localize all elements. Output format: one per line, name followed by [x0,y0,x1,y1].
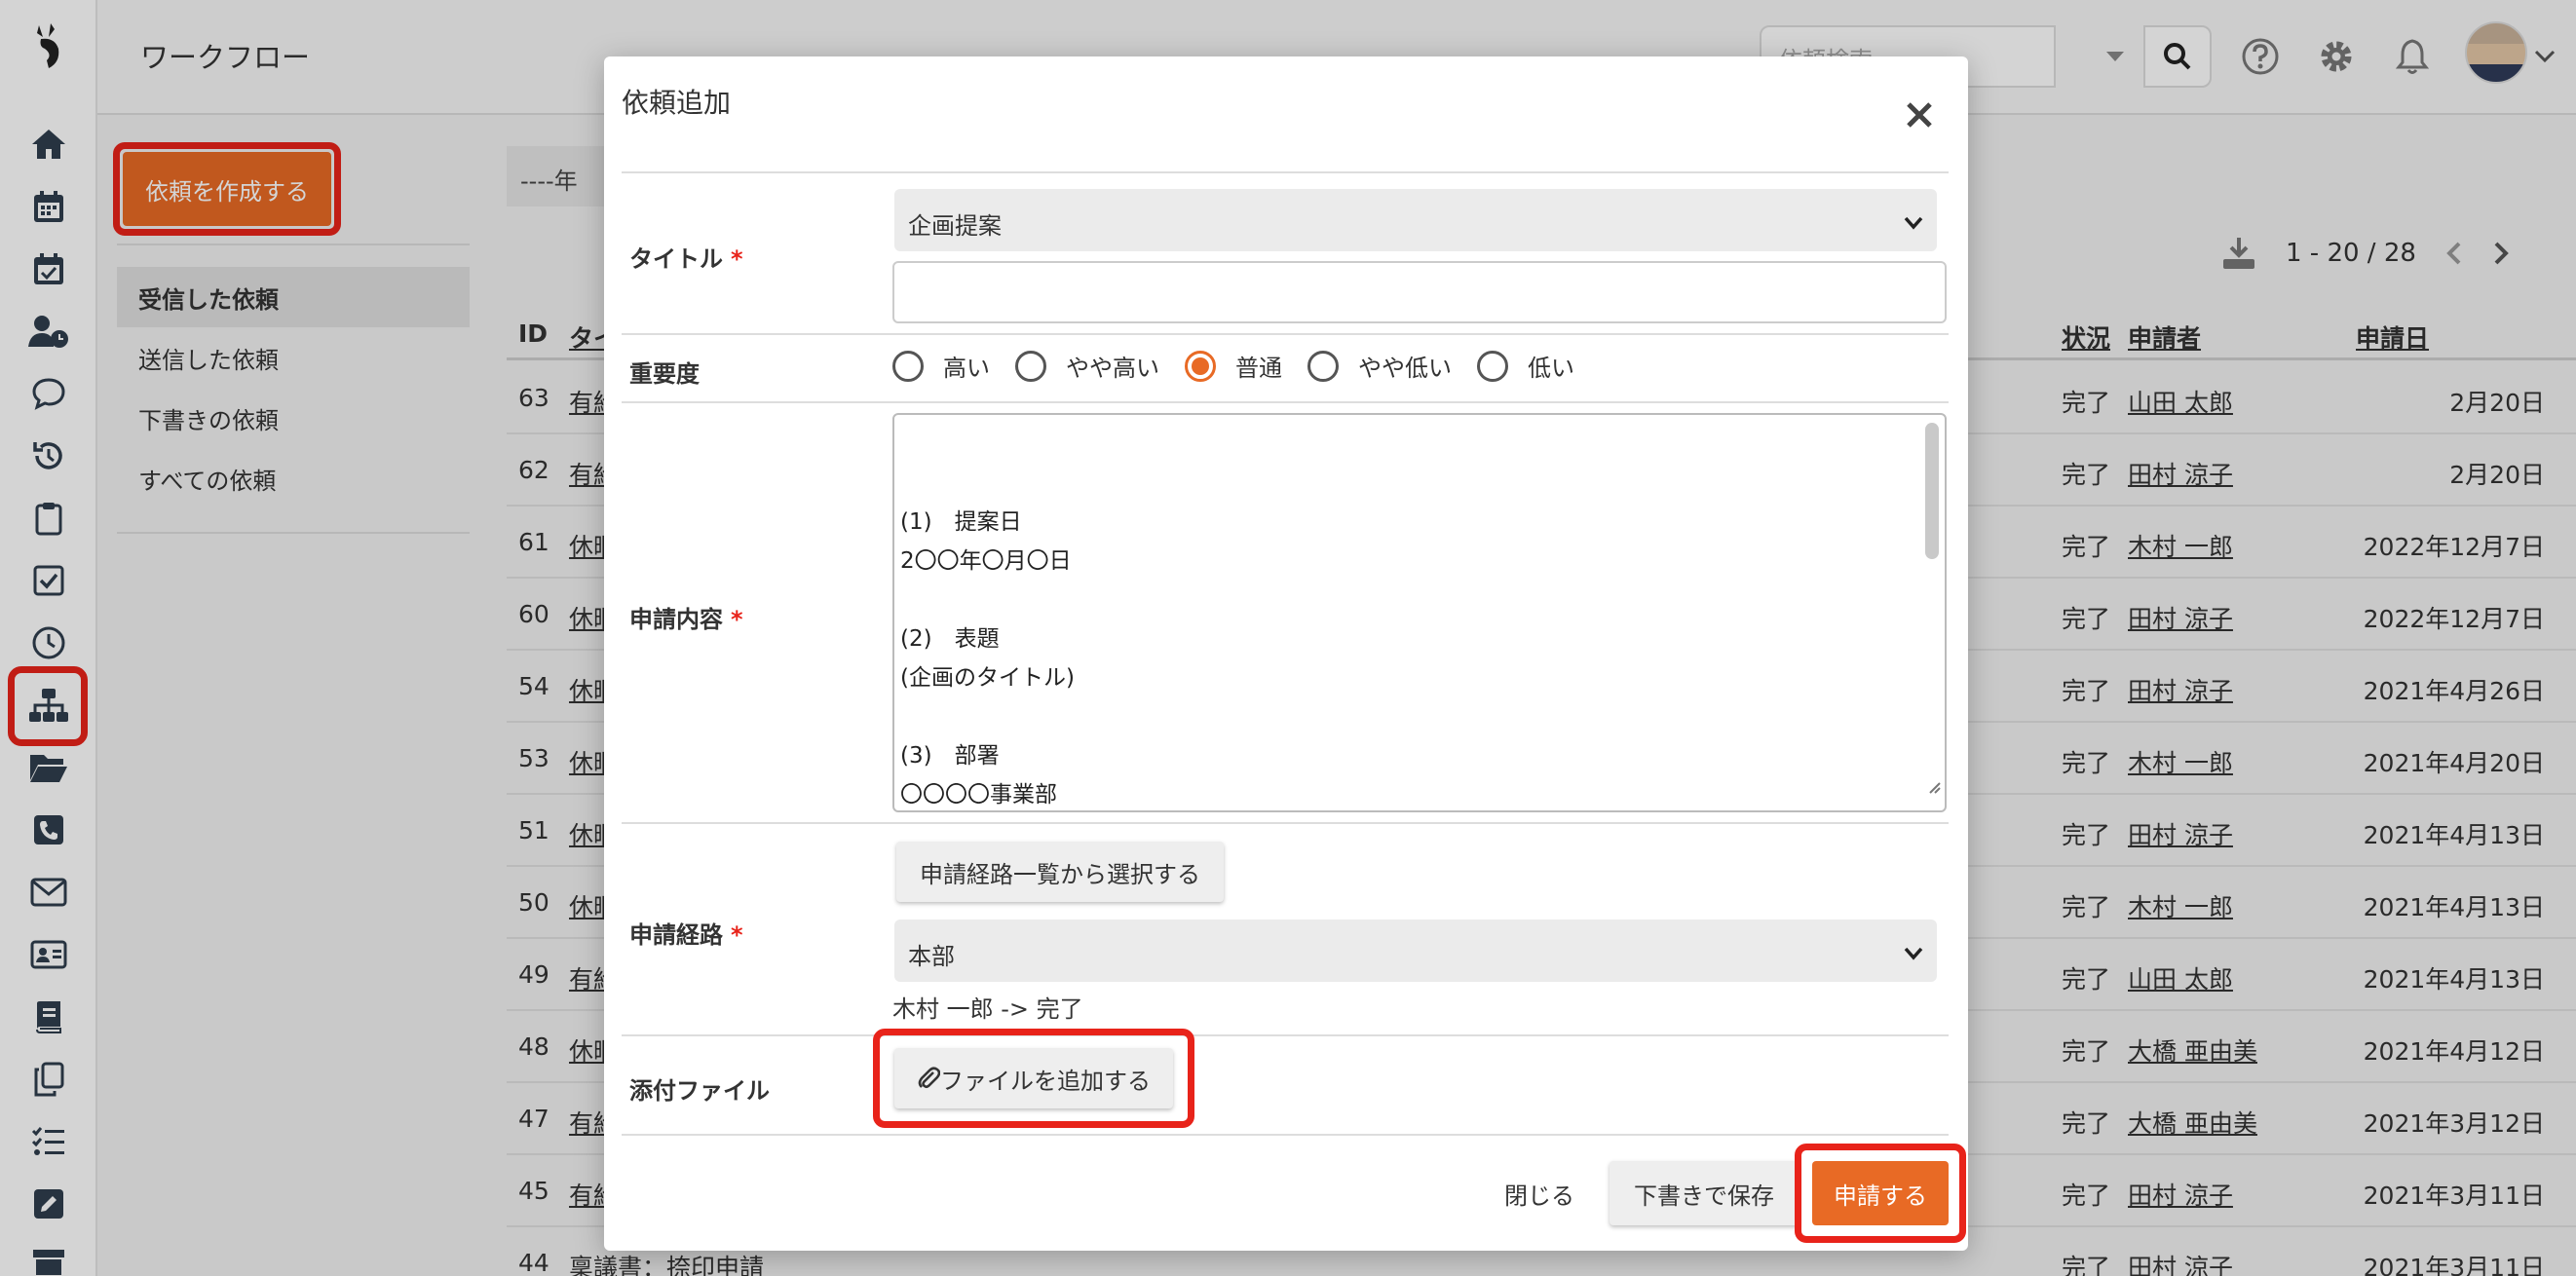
attachment-label: 添付ファイル [629,1077,770,1105]
content-label: 申請内容 * [629,606,743,633]
radio-circle[interactable] [1015,350,1046,382]
radio-circle-selected[interactable] [1185,350,1216,382]
chevron-down-icon [1904,939,1923,966]
content-textarea[interactable]: (1) 提案日 2〇〇年〇月〇日 (2) 表題 (企画のタイトル) (3) 部署… [892,413,1947,812]
priority-radio-group: 高い やや高い 普通 やや低い 低い [892,349,1600,383]
priority-option-normal[interactable]: 普通 [1185,349,1282,383]
add-request-dialog: 依頼追加 タイトル * 企画提案 重要度 高い やや高い 普通 やや低い 低い 申… [604,56,1968,1251]
divider [622,401,1949,403]
priority-option-mid-low[interactable]: やや低い [1307,349,1452,383]
priority-label: 重要度 [629,360,700,388]
priority-option-mid-high[interactable]: やや高い [1015,349,1159,383]
title-template-select[interactable]: 企画提案 [894,189,1937,251]
priority-option-high[interactable]: 高い [892,349,990,383]
divider [622,1034,1949,1036]
radio-circle[interactable] [1307,350,1339,382]
close-icon[interactable] [1900,95,1939,134]
close-button[interactable]: 閉じる [1481,1161,1598,1225]
route-label: 申請経路 * [629,921,743,949]
radio-circle[interactable] [892,350,924,382]
save-draft-button[interactable]: 下書きで保存 [1610,1161,1799,1225]
divider [622,333,1949,335]
select-route-button[interactable]: 申請経路一覧から選択する [896,842,1224,902]
add-file-highlight [873,1029,1194,1128]
resize-grip-icon[interactable] [1925,768,1941,807]
priority-option-low[interactable]: 低い [1477,349,1574,383]
title-input[interactable] [892,261,1947,323]
content-text: (1) 提案日 2〇〇年〇月〇日 (2) 表題 (企画のタイトル) (3) 部署… [900,509,1075,807]
divider [622,1134,1949,1136]
route-summary: 木村 一郎 -> 完了 [892,995,1083,1023]
radio-label: やや低い [1358,355,1452,382]
route-select-value: 本部 [908,943,955,970]
radio-label: 普通 [1235,355,1282,382]
route-select[interactable]: 本部 [894,919,1937,982]
dialog-title: 依頼追加 [622,87,732,119]
divider [622,822,1949,824]
radio-label: やや高い [1066,355,1159,382]
radio-label: 低い [1528,355,1574,382]
title-select-value: 企画提案 [908,212,1002,240]
submit-highlight [1795,1144,1966,1243]
divider [622,171,1949,173]
radio-label: 高い [943,355,990,382]
scrollbar-thumb[interactable] [1925,423,1939,559]
chevron-down-icon [1904,208,1923,236]
radio-circle[interactable] [1477,350,1508,382]
title-label: タイトル * [629,245,743,273]
